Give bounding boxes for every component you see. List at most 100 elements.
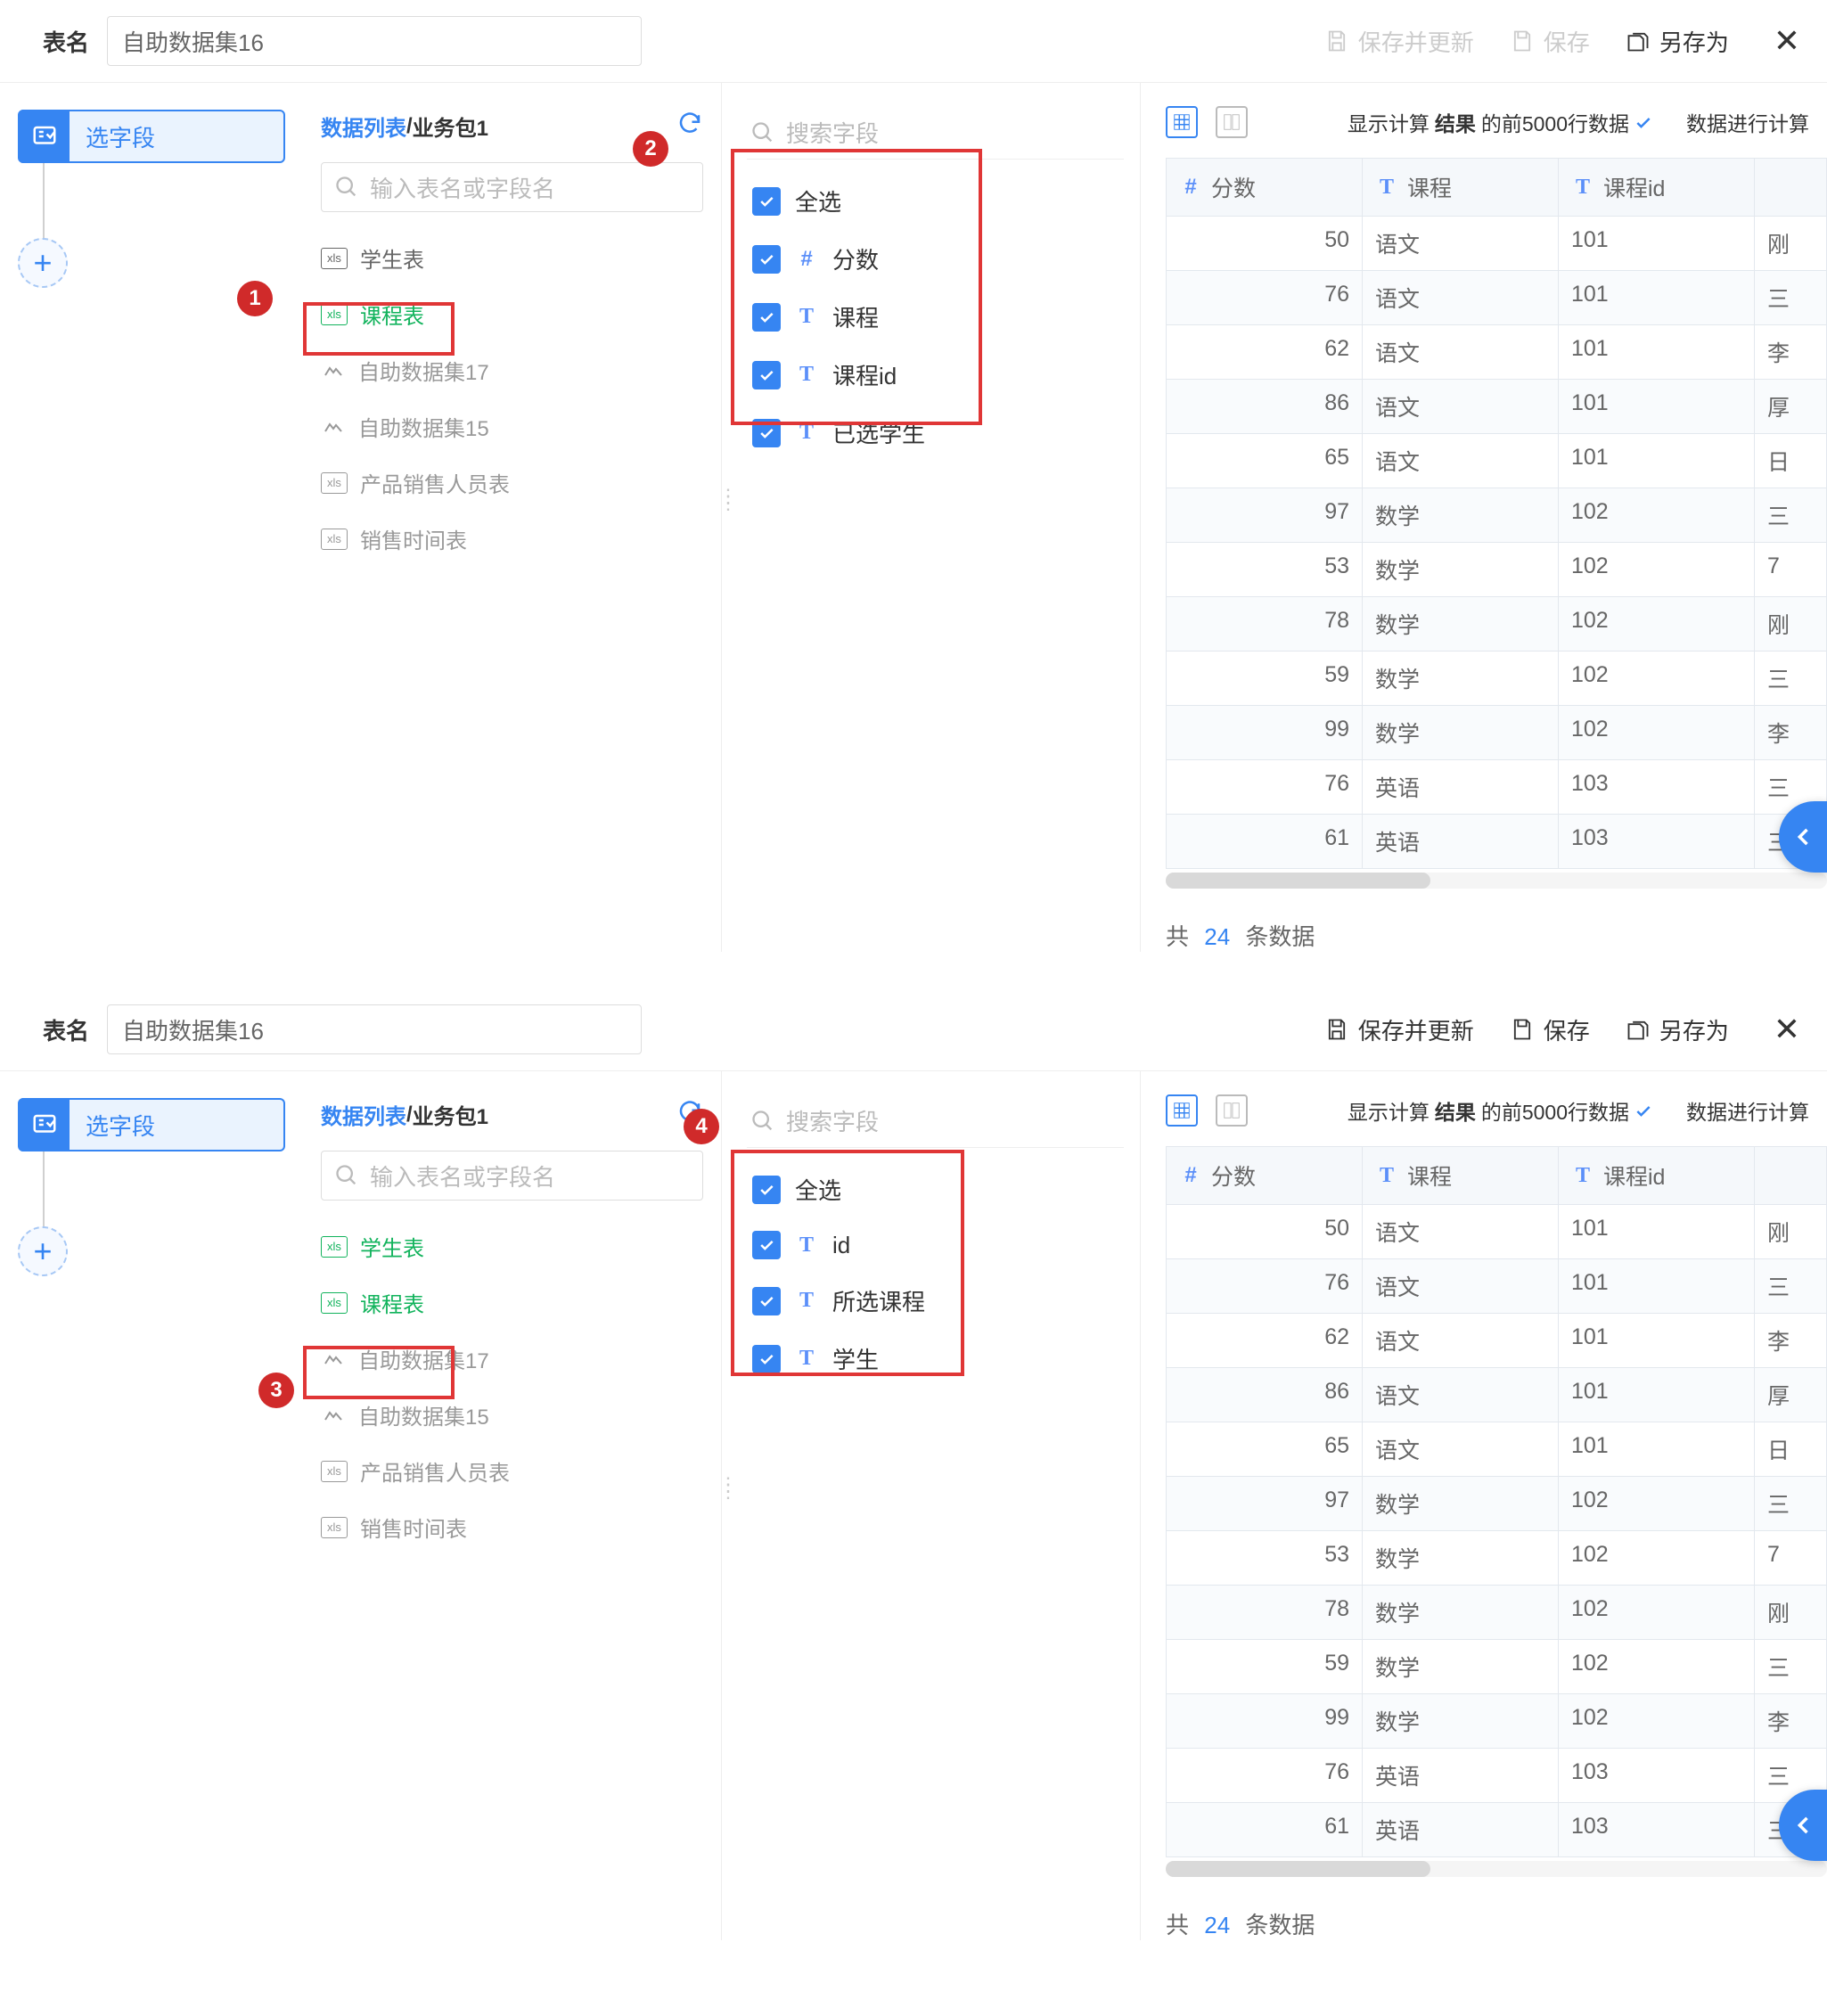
table-item[interactable]: xls学生表 <box>303 230 721 286</box>
table-item[interactable]: 自助数据集15 <box>303 1387 721 1443</box>
table-view-icon[interactable] <box>1166 106 1198 138</box>
checkbox-checked-icon[interactable] <box>752 419 781 447</box>
table-row[interactable]: 78 数学 102 刚 <box>1166 597 1827 652</box>
table-row[interactable]: 76 英语 103 三 <box>1166 760 1827 815</box>
table-search-input[interactable]: 输入表名或字段名 <box>321 1151 703 1201</box>
table-row[interactable]: 53 数学 102 7 <box>1166 1531 1827 1586</box>
column-header[interactable]: T课程 <box>1363 1147 1559 1204</box>
horizontal-scrollbar[interactable] <box>1166 1861 1827 1877</box>
table-item[interactable]: xls课程表 <box>303 1274 721 1331</box>
table-row[interactable]: 78 数学 102 刚 <box>1166 1586 1827 1640</box>
add-step-button[interactable]: + <box>18 1226 68 1276</box>
table-item[interactable]: xls产品销售人员表 <box>303 1443 721 1499</box>
field-item[interactable]: 全选 <box>747 172 1124 230</box>
cell-cid: 102 <box>1559 1694 1755 1748</box>
table-item[interactable]: xls销售时间表 <box>303 1499 721 1555</box>
table-row[interactable]: 76 语文 101 三 <box>1166 271 1827 325</box>
field-item[interactable]: T所选课程 <box>747 1272 1124 1330</box>
checkbox-checked-icon[interactable] <box>752 1287 781 1315</box>
table-row[interactable]: 61 英语 103 三 <box>1166 815 1827 869</box>
table-item[interactable]: xls学生表 <box>303 1218 721 1274</box>
column-header[interactable]: #分数 <box>1167 1147 1363 1204</box>
table-view-icon[interactable] <box>1166 1094 1198 1127</box>
field-item[interactable]: T学生 <box>747 1330 1124 1388</box>
column-header[interactable]: T课程id <box>1559 159 1755 216</box>
field-label: 所选课程 <box>832 1284 925 1317</box>
field-item[interactable]: T课程id <box>747 346 1124 404</box>
cell-course: 语文 <box>1363 1368 1559 1422</box>
cell-course: 语文 <box>1363 1259 1559 1313</box>
column-label: 分数 <box>1211 171 1256 203</box>
table-row[interactable]: 50 语文 101 刚 <box>1166 1205 1827 1259</box>
checkbox-checked-icon[interactable] <box>752 187 781 216</box>
table-row[interactable]: 53 数学 102 7 <box>1166 543 1827 597</box>
table-row[interactable]: 99 数学 102 李 <box>1166 1694 1827 1749</box>
cell-cid: 101 <box>1559 1314 1755 1367</box>
field-item[interactable]: #分数 <box>747 230 1124 288</box>
save-button[interactable]: 保存 <box>1510 1013 1590 1046</box>
table-row[interactable]: 59 数学 102 三 <box>1166 652 1827 706</box>
field-search-input[interactable]: 搜索字段 <box>747 1098 1124 1148</box>
table-row[interactable]: 62 语文 101 李 <box>1166 1314 1827 1368</box>
table-row[interactable]: 62 语文 101 李 <box>1166 325 1827 380</box>
checkbox-checked-icon[interactable] <box>752 303 781 332</box>
table-item[interactable]: xls销售时间表 <box>303 511 721 567</box>
save-and-update-button[interactable]: 保存并更新 <box>1324 1013 1474 1046</box>
field-item[interactable]: T课程 <box>747 288 1124 346</box>
table-item[interactable]: xls产品销售人员表 <box>303 455 721 511</box>
table-name-input[interactable] <box>107 1004 642 1054</box>
save-and-update-button[interactable]: 保存并更新 <box>1324 25 1474 58</box>
resize-handle-icon[interactable]: ⋮⋮ <box>718 1481 735 1494</box>
table-item[interactable]: 自助数据集17 <box>303 1331 721 1387</box>
step-select-fields[interactable]: 选字段 <box>18 1098 285 1151</box>
save-as-button[interactable]: 另存为 <box>1626 25 1729 58</box>
cell-score: 76 <box>1167 271 1363 324</box>
table-item-label: 自助数据集15 <box>358 1399 489 1430</box>
cell-extra: 三 <box>1755 1749 1798 1802</box>
table-row[interactable]: 50 语文 101 刚 <box>1166 217 1827 271</box>
checkbox-checked-icon[interactable] <box>752 1231 781 1259</box>
table-row[interactable]: 97 数学 102 三 <box>1166 1477 1827 1531</box>
cell-course: 数学 <box>1363 1531 1559 1585</box>
table-row[interactable]: 76 语文 101 三 <box>1166 1259 1827 1314</box>
column-header[interactable]: T课程 <box>1363 159 1559 216</box>
field-item[interactable]: T已选学生 <box>747 404 1124 462</box>
horizontal-scrollbar[interactable] <box>1166 873 1827 889</box>
table-search-input[interactable]: 输入表名或字段名 <box>321 162 703 212</box>
table-row[interactable]: 97 数学 102 三 <box>1166 488 1827 543</box>
column-header[interactable]: T课程id <box>1559 1147 1755 1204</box>
card-view-icon[interactable] <box>1216 106 1248 138</box>
cell-cid: 101 <box>1559 434 1755 488</box>
checkbox-checked-icon[interactable] <box>752 1176 781 1204</box>
card-view-icon[interactable] <box>1216 1094 1248 1127</box>
checkbox-checked-icon[interactable] <box>752 1345 781 1373</box>
close-icon[interactable]: ✕ <box>1774 25 1800 57</box>
save-as-button[interactable]: 另存为 <box>1626 1013 1729 1046</box>
refresh-icon[interactable] <box>676 110 703 143</box>
step-select-fields[interactable]: 选字段 <box>18 110 285 163</box>
table-row[interactable]: 76 英语 103 三 <box>1166 1749 1827 1803</box>
save-label: 保存 <box>1544 25 1590 58</box>
table-row[interactable]: 61 英语 103 三 <box>1166 1803 1827 1857</box>
table-row[interactable]: 99 数学 102 李 <box>1166 706 1827 760</box>
resize-handle-icon[interactable]: ⋮⋮ <box>718 493 735 505</box>
field-search-input[interactable]: 搜索字段 <box>747 110 1124 160</box>
table-row[interactable]: 86 语文 101 厚 <box>1166 380 1827 434</box>
table-item[interactable]: 自助数据集17 <box>303 342 721 398</box>
save-button[interactable]: 保存 <box>1510 25 1590 58</box>
column-header[interactable]: #分数 <box>1167 159 1363 216</box>
table-name-input[interactable] <box>107 16 642 66</box>
field-item[interactable]: Tid <box>747 1218 1124 1272</box>
table-row[interactable]: 59 数学 102 三 <box>1166 1640 1827 1694</box>
table-item[interactable]: 自助数据集15 <box>303 398 721 455</box>
checkbox-checked-icon[interactable] <box>752 361 781 389</box>
table-row[interactable]: 65 语文 101 日 <box>1166 434 1827 488</box>
table-row[interactable]: 65 语文 101 日 <box>1166 1422 1827 1477</box>
add-step-button[interactable]: + <box>18 238 68 288</box>
close-icon[interactable]: ✕ <box>1774 1013 1800 1045</box>
field-item[interactable]: 全选 <box>747 1160 1124 1218</box>
table-item[interactable]: xls课程表 <box>303 286 721 342</box>
checkbox-checked-icon[interactable] <box>752 245 781 274</box>
cell-cid: 102 <box>1559 488 1755 542</box>
table-row[interactable]: 86 语文 101 厚 <box>1166 1368 1827 1422</box>
